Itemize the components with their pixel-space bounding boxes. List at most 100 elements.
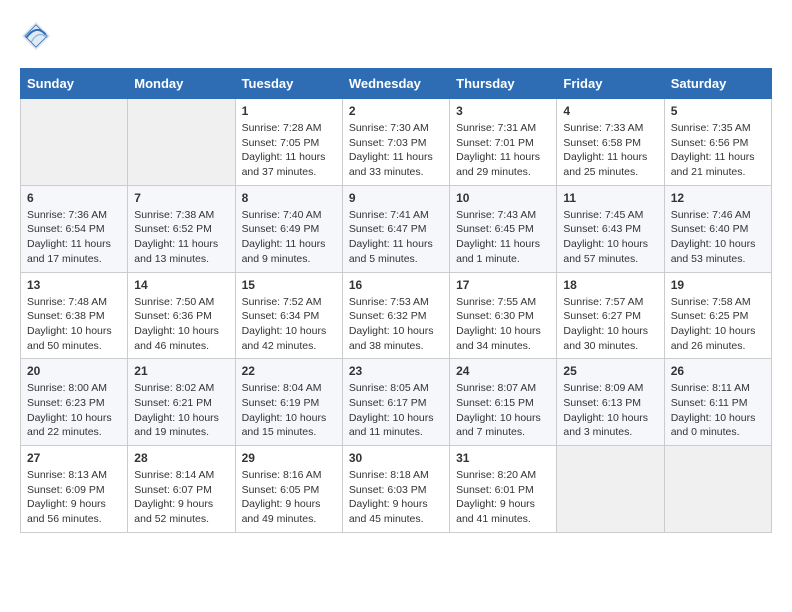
weekday-header-thursday: Thursday: [450, 69, 557, 99]
day-number: 19: [671, 278, 765, 292]
day-number: 15: [242, 278, 336, 292]
calendar-cell: 27 Sunrise: 8:13 AM Sunset: 6:09 PM Dayli…: [21, 446, 128, 533]
day-number: 2: [349, 104, 443, 118]
day-info: Sunrise: 8:04 AM Sunset: 6:19 PM Dayligh…: [242, 381, 336, 440]
calendar-cell: 11 Sunrise: 7:45 AM Sunset: 6:43 PM Dayli…: [557, 185, 664, 272]
day-info: Sunrise: 8:13 AM Sunset: 6:09 PM Dayligh…: [27, 468, 121, 527]
day-number: 25: [563, 364, 657, 378]
page-header: [20, 20, 772, 52]
day-info: Sunrise: 7:35 AM Sunset: 6:56 PM Dayligh…: [671, 121, 765, 180]
weekday-header-sunday: Sunday: [21, 69, 128, 99]
calendar-cell: 25 Sunrise: 8:09 AM Sunset: 6:13 PM Dayli…: [557, 359, 664, 446]
weekday-header-wednesday: Wednesday: [342, 69, 449, 99]
calendar-cell: 12 Sunrise: 7:46 AM Sunset: 6:40 PM Dayli…: [664, 185, 771, 272]
calendar-cell: 7Sunrise: 7:38 AM Sunset: 6:52 PM Daylig…: [128, 185, 235, 272]
day-info: Sunrise: 7:36 AM Sunset: 6:54 PM Dayligh…: [27, 208, 121, 267]
day-info: Sunrise: 8:00 AM Sunset: 6:23 PM Dayligh…: [27, 381, 121, 440]
calendar-cell: 18 Sunrise: 7:57 AM Sunset: 6:27 PM Dayli…: [557, 272, 664, 359]
calendar-cell: 20 Sunrise: 8:00 AM Sunset: 6:23 PM Dayli…: [21, 359, 128, 446]
day-number: 20: [27, 364, 121, 378]
calendar-cell: 30 Sunrise: 8:18 AM Sunset: 6:03 PM Dayli…: [342, 446, 449, 533]
calendar-week-5: 27 Sunrise: 8:13 AM Sunset: 6:09 PM Dayli…: [21, 446, 772, 533]
day-info: Sunrise: 7:31 AM Sunset: 7:01 PM Dayligh…: [456, 121, 550, 180]
calendar-cell: 21Sunrise: 8:02 AM Sunset: 6:21 PM Dayli…: [128, 359, 235, 446]
calendar-cell: 29 Sunrise: 8:16 AM Sunset: 6:05 PM Dayli…: [235, 446, 342, 533]
calendar-cell: 16 Sunrise: 7:53 AM Sunset: 6:32 PM Dayli…: [342, 272, 449, 359]
day-info: Sunrise: 7:48 AM Sunset: 6:38 PM Dayligh…: [27, 295, 121, 354]
calendar-cell: 1 Sunrise: 7:28 AM Sunset: 7:05 PM Daylig…: [235, 99, 342, 186]
calendar-table: SundayMondayTuesdayWednesdayThursdayFrid…: [20, 68, 772, 533]
calendar-cell: 6 Sunrise: 7:36 AM Sunset: 6:54 PM Daylig…: [21, 185, 128, 272]
calendar-cell: 4Sunrise: 7:33 AM Sunset: 6:58 PM Daylig…: [557, 99, 664, 186]
calendar-cell: 31Sunrise: 8:20 AM Sunset: 6:01 PM Dayli…: [450, 446, 557, 533]
day-info: Sunrise: 8:20 AM Sunset: 6:01 PM Dayligh…: [456, 468, 550, 527]
calendar-cell: 13 Sunrise: 7:48 AM Sunset: 6:38 PM Dayli…: [21, 272, 128, 359]
calendar-cell: 2 Sunrise: 7:30 AM Sunset: 7:03 PM Daylig…: [342, 99, 449, 186]
day-info: Sunrise: 8:14 AM Sunset: 6:07 PM Dayligh…: [134, 468, 228, 527]
day-info: Sunrise: 8:07 AM Sunset: 6:15 PM Dayligh…: [456, 381, 550, 440]
day-number: 13: [27, 278, 121, 292]
day-info: Sunrise: 8:09 AM Sunset: 6:13 PM Dayligh…: [563, 381, 657, 440]
day-number: 29: [242, 451, 336, 465]
day-number: 1: [242, 104, 336, 118]
day-number: 11: [563, 191, 657, 205]
day-info: Sunrise: 7:28 AM Sunset: 7:05 PM Dayligh…: [242, 121, 336, 180]
calendar-cell: 8 Sunrise: 7:40 AM Sunset: 6:49 PM Daylig…: [235, 185, 342, 272]
calendar-cell: 19Sunrise: 7:58 AM Sunset: 6:25 PM Dayli…: [664, 272, 771, 359]
day-number: 26: [671, 364, 765, 378]
calendar-cell: 24 Sunrise: 8:07 AM Sunset: 6:15 PM Dayli…: [450, 359, 557, 446]
calendar-week-1: 1 Sunrise: 7:28 AM Sunset: 7:05 PM Daylig…: [21, 99, 772, 186]
calendar-cell: 5 Sunrise: 7:35 AM Sunset: 6:56 PM Daylig…: [664, 99, 771, 186]
day-number: 17: [456, 278, 550, 292]
day-number: 16: [349, 278, 443, 292]
weekday-header-tuesday: Tuesday: [235, 69, 342, 99]
calendar-cell: [21, 99, 128, 186]
calendar-week-3: 13 Sunrise: 7:48 AM Sunset: 6:38 PM Dayli…: [21, 272, 772, 359]
day-number: 12: [671, 191, 765, 205]
logo: [20, 20, 56, 52]
day-info: Sunrise: 8:16 AM Sunset: 6:05 PM Dayligh…: [242, 468, 336, 527]
calendar-cell: [664, 446, 771, 533]
calendar-week-2: 6 Sunrise: 7:36 AM Sunset: 6:54 PM Daylig…: [21, 185, 772, 272]
day-info: Sunrise: 7:40 AM Sunset: 6:49 PM Dayligh…: [242, 208, 336, 267]
day-number: 10: [456, 191, 550, 205]
day-number: 27: [27, 451, 121, 465]
weekday-header-saturday: Saturday: [664, 69, 771, 99]
day-number: 6: [27, 191, 121, 205]
day-number: 9: [349, 191, 443, 205]
day-info: Sunrise: 7:53 AM Sunset: 6:32 PM Dayligh…: [349, 295, 443, 354]
calendar-cell: 22Sunrise: 8:04 AM Sunset: 6:19 PM Dayli…: [235, 359, 342, 446]
calendar-cell: 26 Sunrise: 8:11 AM Sunset: 6:11 PM Dayli…: [664, 359, 771, 446]
day-info: Sunrise: 7:43 AM Sunset: 6:45 PM Dayligh…: [456, 208, 550, 267]
logo-icon: [20, 20, 52, 52]
calendar-cell: 17Sunrise: 7:55 AM Sunset: 6:30 PM Dayli…: [450, 272, 557, 359]
calendar-cell: 28 Sunrise: 8:14 AM Sunset: 6:07 PM Dayli…: [128, 446, 235, 533]
day-number: 24: [456, 364, 550, 378]
day-number: 18: [563, 278, 657, 292]
day-info: Sunrise: 7:30 AM Sunset: 7:03 PM Dayligh…: [349, 121, 443, 180]
day-info: Sunrise: 7:57 AM Sunset: 6:27 PM Dayligh…: [563, 295, 657, 354]
day-number: 30: [349, 451, 443, 465]
day-info: Sunrise: 8:11 AM Sunset: 6:11 PM Dayligh…: [671, 381, 765, 440]
day-number: 28: [134, 451, 228, 465]
calendar-cell: 14Sunrise: 7:50 AM Sunset: 6:36 PM Dayli…: [128, 272, 235, 359]
day-info: Sunrise: 7:41 AM Sunset: 6:47 PM Dayligh…: [349, 208, 443, 267]
calendar-cell: [128, 99, 235, 186]
day-info: Sunrise: 7:45 AM Sunset: 6:43 PM Dayligh…: [563, 208, 657, 267]
day-number: 14: [134, 278, 228, 292]
day-number: 4: [563, 104, 657, 118]
day-info: Sunrise: 7:52 AM Sunset: 6:34 PM Dayligh…: [242, 295, 336, 354]
day-info: Sunrise: 8:05 AM Sunset: 6:17 PM Dayligh…: [349, 381, 443, 440]
weekday-header-friday: Friday: [557, 69, 664, 99]
weekday-header-row: SundayMondayTuesdayWednesdayThursdayFrid…: [21, 69, 772, 99]
calendar-week-4: 20 Sunrise: 8:00 AM Sunset: 6:23 PM Dayli…: [21, 359, 772, 446]
calendar-cell: 9 Sunrise: 7:41 AM Sunset: 6:47 PM Daylig…: [342, 185, 449, 272]
day-info: Sunrise: 7:46 AM Sunset: 6:40 PM Dayligh…: [671, 208, 765, 267]
day-number: 5: [671, 104, 765, 118]
day-info: Sunrise: 8:18 AM Sunset: 6:03 PM Dayligh…: [349, 468, 443, 527]
day-number: 8: [242, 191, 336, 205]
calendar-cell: 15 Sunrise: 7:52 AM Sunset: 6:34 PM Dayli…: [235, 272, 342, 359]
day-info: Sunrise: 7:38 AM Sunset: 6:52 PM Dayligh…: [134, 208, 228, 267]
day-number: 23: [349, 364, 443, 378]
day-info: Sunrise: 8:02 AM Sunset: 6:21 PM Dayligh…: [134, 381, 228, 440]
